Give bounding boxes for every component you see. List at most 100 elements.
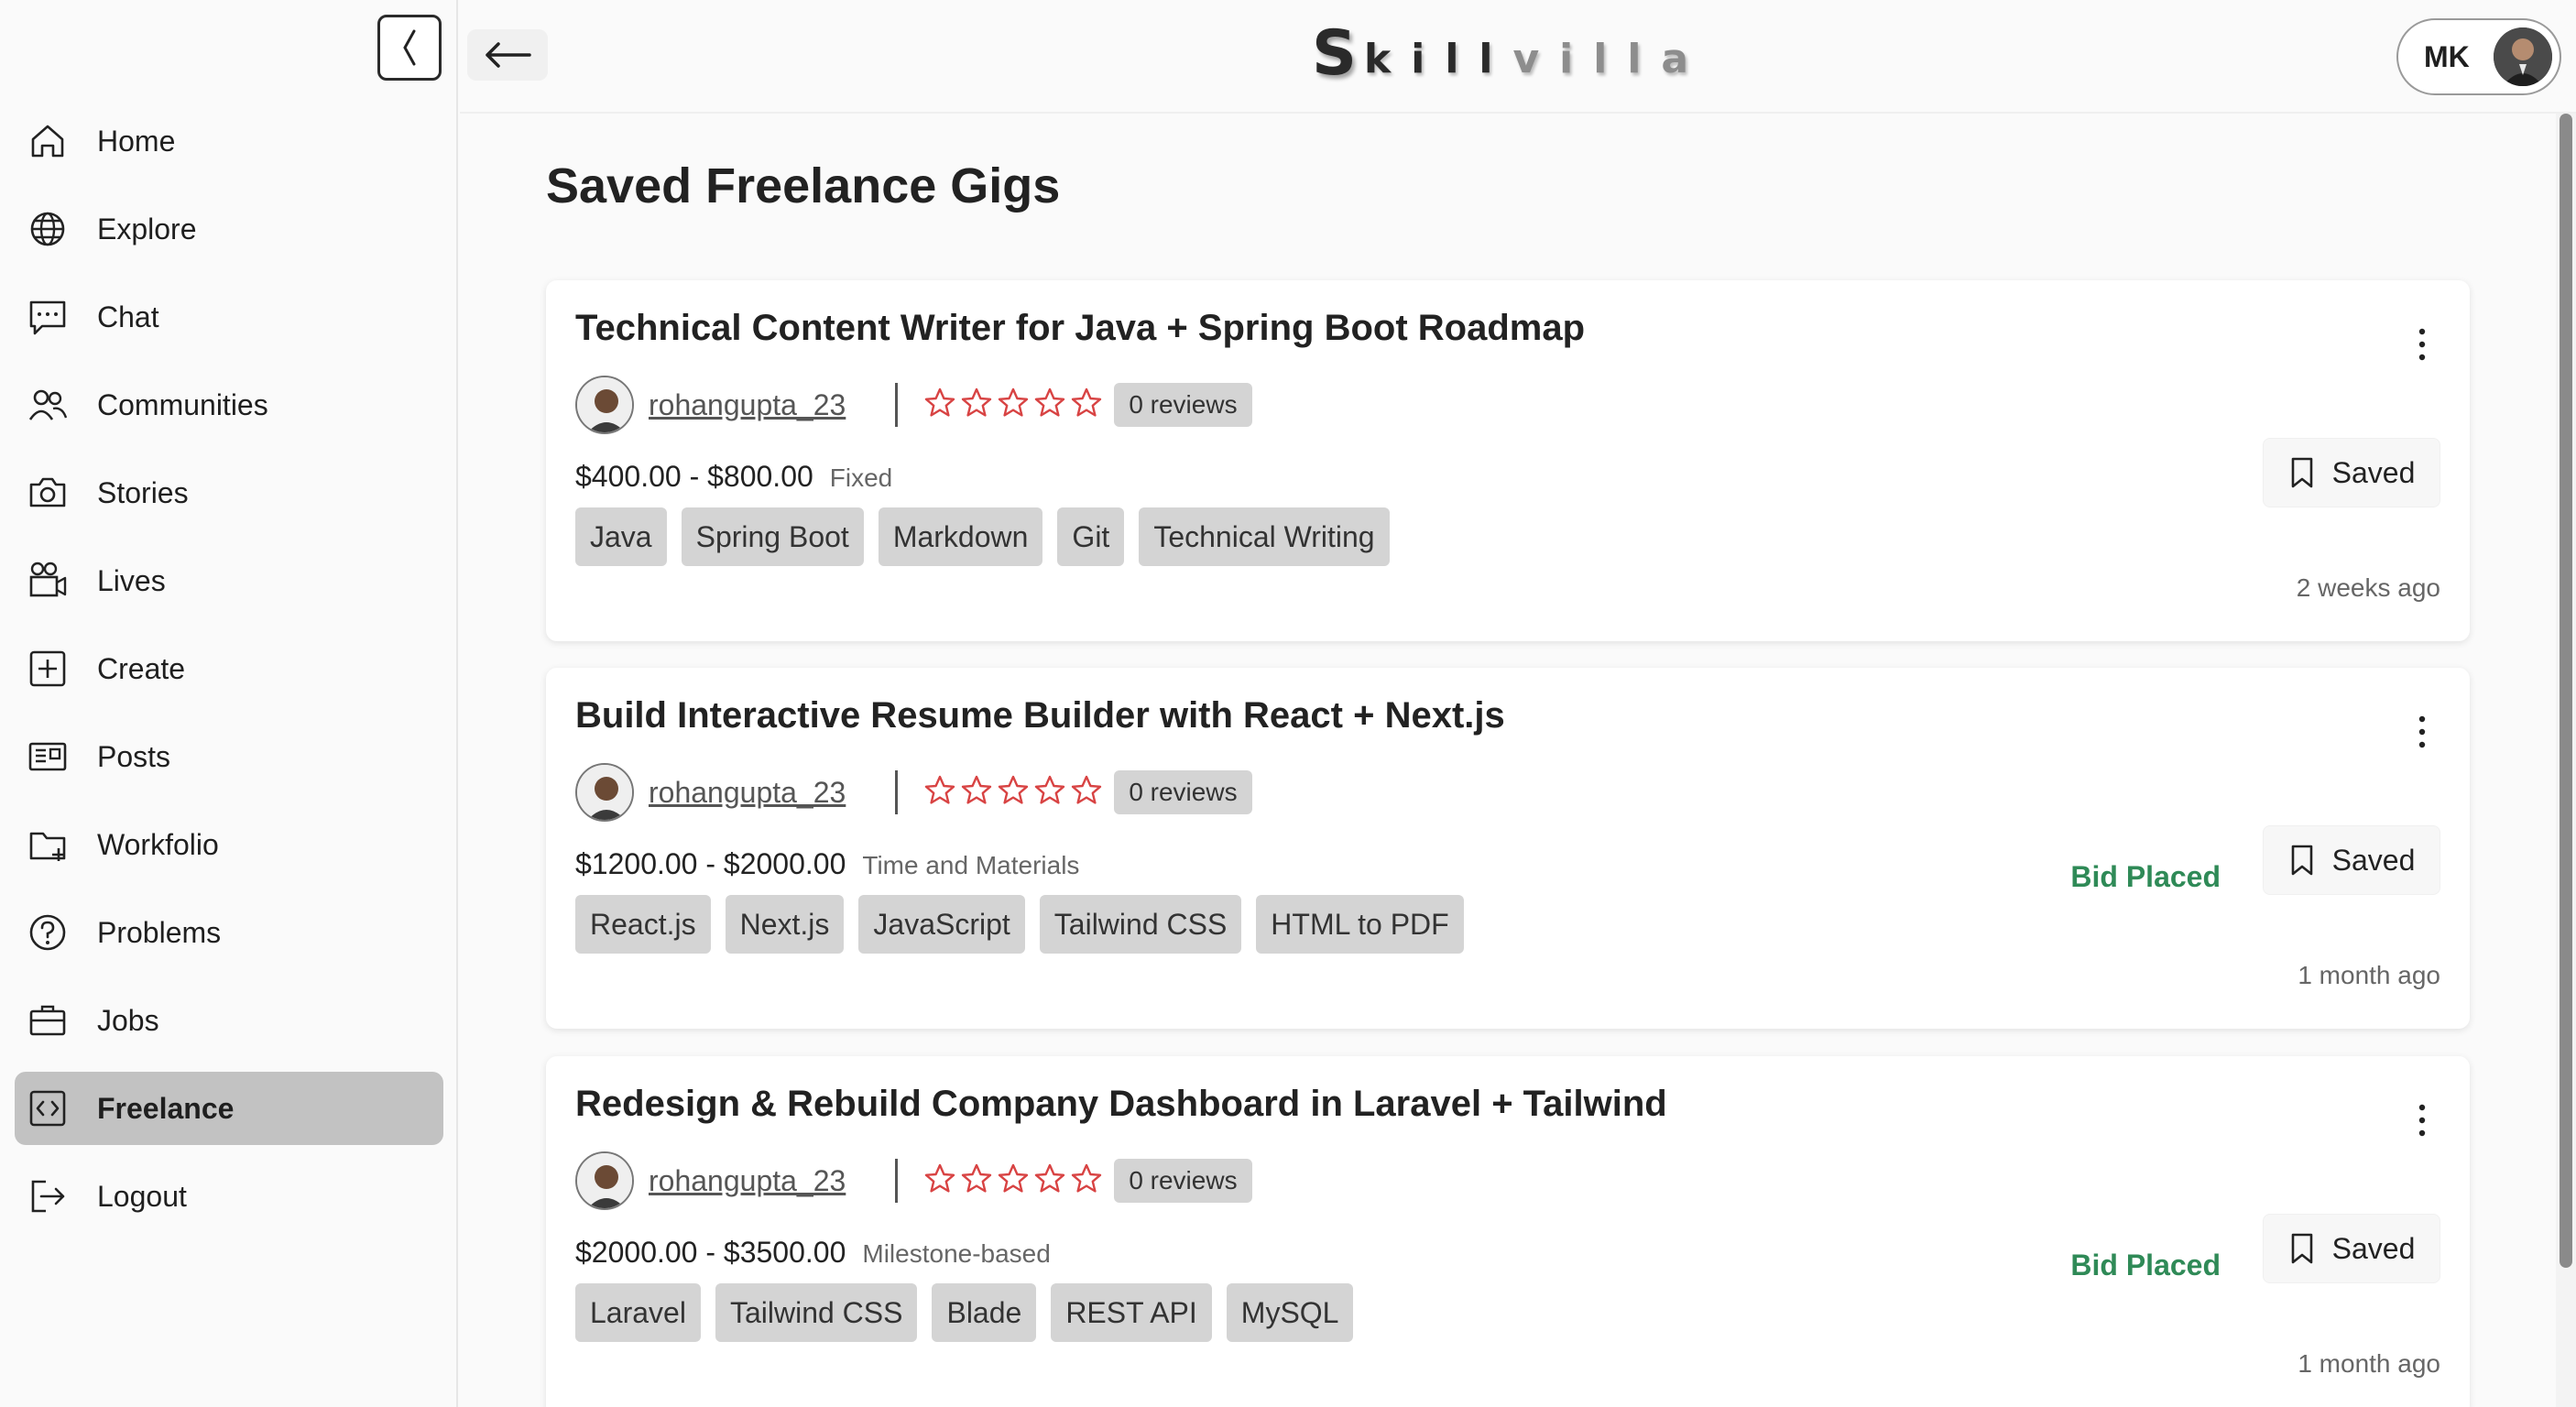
star-outline-icon bbox=[1033, 387, 1066, 424]
logo-letter-s: S bbox=[1312, 17, 1357, 90]
sidebar-item-logout[interactable]: Logout bbox=[15, 1160, 443, 1233]
back-button[interactable] bbox=[467, 29, 548, 81]
price-range: $400.00 - $800.00 bbox=[575, 460, 813, 493]
avatar[interactable] bbox=[575, 1151, 634, 1210]
star-outline-icon bbox=[960, 387, 993, 424]
skill-tag[interactable]: Blade bbox=[932, 1283, 1037, 1342]
more-options-icon[interactable] bbox=[2415, 1102, 2429, 1139]
sidebar-item-label: Explore bbox=[97, 212, 197, 245]
top-bar: S killvilla MK bbox=[460, 0, 2576, 114]
star-outline-icon bbox=[997, 387, 1030, 424]
globe-icon bbox=[27, 209, 68, 249]
meta-divider bbox=[895, 383, 899, 427]
sidebar-item-problems[interactable]: Problems bbox=[15, 896, 443, 969]
skill-tags: Java Spring Boot Markdown Git Technical Writ… bbox=[575, 507, 1390, 566]
sidebar-item-lives[interactable]: Lives bbox=[15, 544, 443, 617]
star-outline-icon bbox=[997, 774, 1030, 812]
code-square-icon bbox=[27, 1088, 68, 1129]
skill-tags: Laravel Tailwind CSS Blade REST API MySQL bbox=[575, 1283, 1354, 1342]
poster-username[interactable]: rohangupta_23 bbox=[649, 776, 846, 810]
skill-tag[interactable]: Laravel bbox=[575, 1283, 701, 1342]
sidebar-item-label: Freelance bbox=[97, 1091, 235, 1125]
meta-divider bbox=[895, 1159, 899, 1203]
logo-text-light: villa bbox=[1512, 36, 1709, 82]
briefcase-icon bbox=[27, 1000, 68, 1041]
gig-title[interactable]: Redesign & Rebuild Company Dashboard in … bbox=[575, 1084, 1667, 1125]
logo-text: killvilla bbox=[1364, 36, 1708, 90]
sidebar-item-label: Lives bbox=[97, 563, 166, 597]
sidebar-item-stories[interactable]: Stories bbox=[15, 456, 443, 529]
plus-square-icon bbox=[27, 649, 68, 689]
bookmark-icon bbox=[2291, 845, 2312, 876]
bid-status-badge: Bid Placed bbox=[2070, 860, 2221, 893]
price-row: $400.00 - $800.00 Fixed bbox=[575, 460, 892, 494]
sidebar-item-explore[interactable]: Explore bbox=[15, 192, 443, 266]
gig-title[interactable]: Technical Content Writer for Java + Spri… bbox=[575, 308, 1585, 349]
skill-tag[interactable]: Markdown bbox=[878, 507, 1043, 566]
gig-card[interactable]: Build Interactive Resume Builder with Re… bbox=[546, 668, 2470, 1029]
sidebar-item-label: Posts bbox=[97, 739, 171, 773]
star-outline-icon bbox=[1070, 1162, 1103, 1200]
skill-tag[interactable]: JavaScript bbox=[858, 895, 1025, 954]
star-outline-icon bbox=[1070, 387, 1103, 424]
sidebar-item-label: Chat bbox=[97, 300, 159, 333]
skillvilla-logo[interactable]: S killvilla bbox=[1312, 17, 1708, 90]
sidebar-item-chat[interactable]: Chat bbox=[15, 280, 443, 354]
page-title: Saved Freelance Gigs bbox=[546, 158, 1061, 213]
sidebar-item-home[interactable]: Home bbox=[15, 104, 443, 178]
camera-icon bbox=[27, 473, 68, 513]
sidebar-collapse-button[interactable] bbox=[377, 15, 442, 81]
skill-tag[interactable]: Tailwind CSS bbox=[715, 1283, 918, 1342]
video-icon bbox=[27, 561, 68, 601]
skill-tag[interactable]: MySQL bbox=[1226, 1283, 1354, 1342]
skill-tag[interactable]: Java bbox=[575, 507, 667, 566]
star-outline-icon bbox=[923, 387, 956, 424]
users-icon bbox=[27, 385, 68, 425]
saved-button[interactable]: Saved bbox=[2263, 1214, 2440, 1283]
posted-time: 1 month ago bbox=[2298, 1349, 2440, 1378]
poster-username[interactable]: rohangupta_23 bbox=[649, 388, 846, 422]
skill-tag[interactable]: HTML to PDF bbox=[1256, 895, 1464, 954]
sidebar-item-label: Workfolio bbox=[97, 827, 219, 861]
logo-text-dark: kill bbox=[1363, 36, 1513, 82]
more-options-icon[interactable] bbox=[2415, 326, 2429, 363]
sidebar-item-label: Create bbox=[97, 651, 186, 685]
saved-label: Saved bbox=[2331, 455, 2416, 489]
star-outline-icon bbox=[1033, 774, 1066, 812]
folder-plus-icon bbox=[27, 824, 68, 865]
profile-initials: MK bbox=[2424, 39, 2470, 73]
gig-card[interactable]: Technical Content Writer for Java + Spri… bbox=[546, 280, 2470, 641]
reviews-badge: 0 reviews bbox=[1114, 770, 1252, 814]
meta-divider bbox=[895, 770, 899, 814]
sidebar-item-jobs[interactable]: Jobs bbox=[15, 984, 443, 1057]
skill-tag[interactable]: Spring Boot bbox=[681, 507, 864, 566]
gig-card[interactable]: Redesign & Rebuild Company Dashboard in … bbox=[546, 1056, 2470, 1407]
sidebar-item-workfolio[interactable]: Workfolio bbox=[15, 808, 443, 881]
sidebar-item-posts[interactable]: Posts bbox=[15, 720, 443, 793]
scrollbar[interactable] bbox=[2556, 114, 2576, 1407]
skill-tag[interactable]: Tailwind CSS bbox=[1039, 895, 1242, 954]
reviews-badge: 0 reviews bbox=[1114, 1159, 1252, 1203]
skill-tag[interactable]: Next.js bbox=[725, 895, 845, 954]
saved-button[interactable]: Saved bbox=[2263, 825, 2440, 895]
skill-tag[interactable]: Technical Writing bbox=[1139, 507, 1390, 566]
bid-status-badge: Bid Placed bbox=[2070, 1249, 2221, 1282]
saved-label: Saved bbox=[2331, 843, 2416, 877]
profile-menu-button[interactable]: MK bbox=[2396, 18, 2561, 95]
gig-meta: rohangupta_23 0 reviews bbox=[575, 763, 1252, 822]
avatar[interactable] bbox=[575, 376, 634, 434]
scrollbar-thumb[interactable] bbox=[2560, 114, 2572, 1268]
chevron-left-icon bbox=[403, 29, 416, 66]
skill-tag[interactable]: REST API bbox=[1051, 1283, 1212, 1342]
poster-username[interactable]: rohangupta_23 bbox=[649, 1164, 846, 1198]
sidebar-item-create[interactable]: Create bbox=[15, 632, 443, 705]
saved-button[interactable]: Saved bbox=[2263, 438, 2440, 507]
gig-meta: rohangupta_23 0 reviews bbox=[575, 1151, 1252, 1210]
sidebar-item-freelance[interactable]: Freelance bbox=[15, 1072, 443, 1145]
skill-tag[interactable]: Git bbox=[1057, 507, 1125, 566]
more-options-icon[interactable] bbox=[2415, 714, 2429, 750]
gig-title[interactable]: Build Interactive Resume Builder with Re… bbox=[575, 695, 1505, 736]
avatar[interactable] bbox=[575, 763, 634, 822]
skill-tag[interactable]: React.js bbox=[575, 895, 711, 954]
sidebar-item-communities[interactable]: Communities bbox=[15, 368, 443, 442]
